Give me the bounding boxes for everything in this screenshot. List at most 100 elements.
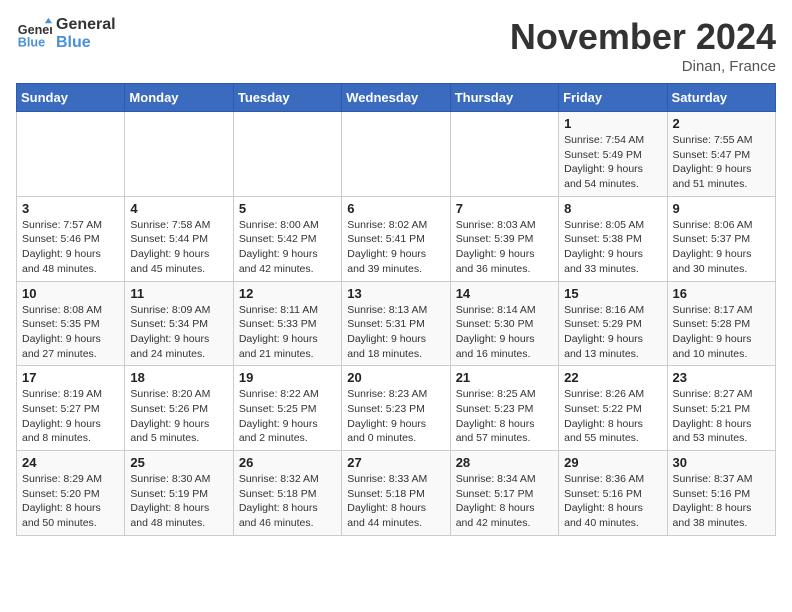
day-number: 10	[22, 286, 119, 301]
header-thursday: Thursday	[450, 84, 558, 112]
logo-icon: General Blue	[16, 16, 52, 52]
calendar-cell: 13 Sunrise: 8:13 AMSunset: 5:31 PMDayligh…	[342, 281, 450, 366]
day-number: 5	[239, 201, 336, 216]
calendar-cell: 3Sunrise: 7:57 AMSunset: 5:46 PMDaylight…	[17, 196, 125, 281]
day-number: 1	[564, 116, 661, 131]
day-number: 3	[22, 201, 119, 216]
calendar-cell: 10 Sunrise: 8:08 AMSunset: 5:35 PMDayligh…	[17, 281, 125, 366]
calendar-cell: 9 Sunrise: 8:06 AMSunset: 5:37 PMDaylight…	[667, 196, 775, 281]
calendar-cell	[17, 112, 125, 197]
header-saturday: Saturday	[667, 84, 775, 112]
calendar-cell	[125, 112, 233, 197]
calendar-week-2: 3Sunrise: 7:57 AMSunset: 5:46 PMDaylight…	[17, 196, 776, 281]
day-info: Sunrise: 8:37 AMSunset: 5:16 PMDaylight:…	[673, 472, 770, 531]
calendar-cell: 27 Sunrise: 8:33 AMSunset: 5:18 PMDayligh…	[342, 451, 450, 536]
day-number: 14	[456, 286, 553, 301]
calendar-cell: 21 Sunrise: 8:25 AMSunset: 5:23 PMDayligh…	[450, 366, 558, 451]
calendar-cell: 20Sunrise: 8:23 AMSunset: 5:23 PMDayligh…	[342, 366, 450, 451]
calendar-cell: 15Sunrise: 8:16 AMSunset: 5:29 PMDayligh…	[559, 281, 667, 366]
day-info: Sunrise: 8:33 AMSunset: 5:18 PMDaylight:…	[347, 472, 444, 531]
calendar-cell: 12 Sunrise: 8:11 AMSunset: 5:33 PMDayligh…	[233, 281, 341, 366]
day-info: Sunrise: 8:36 AMSunset: 5:16 PMDaylight:…	[564, 472, 661, 531]
day-info: Sunrise: 8:29 AMSunset: 5:20 PMDaylight:…	[22, 472, 119, 531]
calendar-cell: 7 Sunrise: 8:03 AMSunset: 5:39 PMDaylight…	[450, 196, 558, 281]
calendar-cell: 19 Sunrise: 8:22 AMSunset: 5:25 PMDayligh…	[233, 366, 341, 451]
day-number: 26	[239, 455, 336, 470]
calendar-cell: 1 Sunrise: 7:54 AMSunset: 5:49 PMDaylight…	[559, 112, 667, 197]
day-number: 4	[130, 201, 227, 216]
day-number: 30	[673, 455, 770, 470]
day-number: 19	[239, 370, 336, 385]
day-number: 7	[456, 201, 553, 216]
calendar-header-row: SundayMondayTuesdayWednesdayThursdayFrid…	[17, 84, 776, 112]
day-number: 12	[239, 286, 336, 301]
calendar-week-4: 17Sunrise: 8:19 AMSunset: 5:27 PMDayligh…	[17, 366, 776, 451]
day-info: Sunrise: 8:06 AMSunset: 5:37 PMDaylight:…	[673, 218, 770, 277]
calendar-cell	[450, 112, 558, 197]
day-info: Sunrise: 8:03 AMSunset: 5:39 PMDaylight:…	[456, 218, 553, 277]
day-info: Sunrise: 8:14 AMSunset: 5:30 PMDaylight:…	[456, 303, 553, 362]
day-info: Sunrise: 8:25 AMSunset: 5:23 PMDaylight:…	[456, 387, 553, 446]
calendar-week-3: 10 Sunrise: 8:08 AMSunset: 5:35 PMDayligh…	[17, 281, 776, 366]
calendar-cell: 14 Sunrise: 8:14 AMSunset: 5:30 PMDayligh…	[450, 281, 558, 366]
calendar-cell: 11Sunrise: 8:09 AMSunset: 5:34 PMDayligh…	[125, 281, 233, 366]
day-number: 27	[347, 455, 444, 470]
day-number: 25	[130, 455, 227, 470]
calendar-cell: 2Sunrise: 7:55 AMSunset: 5:47 PMDaylight…	[667, 112, 775, 197]
logo-line1: General	[56, 16, 116, 34]
day-number: 29	[564, 455, 661, 470]
day-number: 20	[347, 370, 444, 385]
day-number: 28	[456, 455, 553, 470]
title-area: November 2024 Dinan, France	[510, 16, 776, 75]
day-info: Sunrise: 8:05 AMSunset: 5:38 PMDaylight:…	[564, 218, 661, 277]
calendar-cell: 18Sunrise: 8:20 AMSunset: 5:26 PMDayligh…	[125, 366, 233, 451]
header-wednesday: Wednesday	[342, 84, 450, 112]
calendar-cell: 5 Sunrise: 8:00 AMSunset: 5:42 PMDaylight…	[233, 196, 341, 281]
day-info: Sunrise: 8:02 AMSunset: 5:41 PMDaylight:…	[347, 218, 444, 277]
day-info: Sunrise: 8:00 AMSunset: 5:42 PMDaylight:…	[239, 218, 336, 277]
logo-line2: Blue	[56, 34, 116, 52]
day-number: 11	[130, 286, 227, 301]
header: General Blue General Blue November 2024 …	[16, 16, 776, 75]
calendar-cell: 30 Sunrise: 8:37 AMSunset: 5:16 PMDayligh…	[667, 451, 775, 536]
day-number: 17	[22, 370, 119, 385]
calendar-cell: 28 Sunrise: 8:34 AMSunset: 5:17 PMDayligh…	[450, 451, 558, 536]
calendar-cell: 26 Sunrise: 8:32 AMSunset: 5:18 PMDayligh…	[233, 451, 341, 536]
day-info: Sunrise: 8:13 AMSunset: 5:31 PMDaylight:…	[347, 303, 444, 362]
calendar-cell	[342, 112, 450, 197]
day-info: Sunrise: 8:34 AMSunset: 5:17 PMDaylight:…	[456, 472, 553, 531]
logo: General Blue General Blue	[16, 16, 116, 52]
day-number: 8	[564, 201, 661, 216]
day-info: Sunrise: 7:54 AMSunset: 5:49 PMDaylight:…	[564, 133, 661, 192]
day-info: Sunrise: 8:22 AMSunset: 5:25 PMDaylight:…	[239, 387, 336, 446]
calendar-cell: 17Sunrise: 8:19 AMSunset: 5:27 PMDayligh…	[17, 366, 125, 451]
location: Dinan, France	[510, 58, 776, 75]
day-number: 22	[564, 370, 661, 385]
header-sunday: Sunday	[17, 84, 125, 112]
day-number: 13	[347, 286, 444, 301]
svg-text:Blue: Blue	[18, 36, 45, 50]
day-info: Sunrise: 7:58 AMSunset: 5:44 PMDaylight:…	[130, 218, 227, 277]
day-number: 9	[673, 201, 770, 216]
day-info: Sunrise: 8:17 AMSunset: 5:28 PMDaylight:…	[673, 303, 770, 362]
day-info: Sunrise: 8:11 AMSunset: 5:33 PMDaylight:…	[239, 303, 336, 362]
day-number: 21	[456, 370, 553, 385]
day-info: Sunrise: 8:16 AMSunset: 5:29 PMDaylight:…	[564, 303, 661, 362]
day-info: Sunrise: 8:32 AMSunset: 5:18 PMDaylight:…	[239, 472, 336, 531]
calendar-cell: 23Sunrise: 8:27 AMSunset: 5:21 PMDayligh…	[667, 366, 775, 451]
calendar: SundayMondayTuesdayWednesdayThursdayFrid…	[16, 83, 776, 536]
header-monday: Monday	[125, 84, 233, 112]
calendar-cell: 8 Sunrise: 8:05 AMSunset: 5:38 PMDaylight…	[559, 196, 667, 281]
day-info: Sunrise: 8:26 AMSunset: 5:22 PMDaylight:…	[564, 387, 661, 446]
calendar-week-5: 24Sunrise: 8:29 AMSunset: 5:20 PMDayligh…	[17, 451, 776, 536]
day-number: 18	[130, 370, 227, 385]
month-title: November 2024	[510, 16, 776, 58]
header-tuesday: Tuesday	[233, 84, 341, 112]
day-number: 2	[673, 116, 770, 131]
day-info: Sunrise: 8:08 AMSunset: 5:35 PMDaylight:…	[22, 303, 119, 362]
calendar-cell: 29 Sunrise: 8:36 AMSunset: 5:16 PMDayligh…	[559, 451, 667, 536]
day-number: 16	[673, 286, 770, 301]
day-number: 6	[347, 201, 444, 216]
calendar-cell: 24Sunrise: 8:29 AMSunset: 5:20 PMDayligh…	[17, 451, 125, 536]
header-friday: Friday	[559, 84, 667, 112]
